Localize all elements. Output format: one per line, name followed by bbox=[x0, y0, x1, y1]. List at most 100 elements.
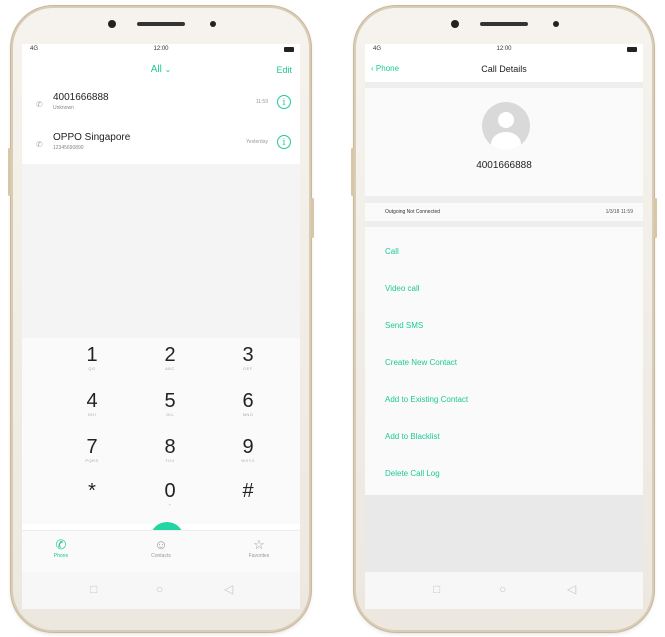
phone-icon: ✆ bbox=[36, 140, 43, 149]
chevron-down-icon: ⌄ bbox=[164, 65, 172, 74]
key-0[interactable]: 0 + bbox=[140, 480, 200, 507]
status-bar: 4G 12:00 bbox=[365, 44, 643, 56]
status-bar: 4G 12:00 bbox=[22, 44, 300, 56]
call-log-entry: Outgoing Not Connected 1/3/18 11:59 bbox=[365, 202, 643, 221]
sensor-icon bbox=[553, 21, 559, 27]
key-3[interactable]: 3 DEF bbox=[218, 344, 278, 371]
key-letters bbox=[62, 502, 122, 507]
tab-phone[interactable]: ✆ Phone bbox=[36, 537, 86, 559]
page-title: Call Details bbox=[481, 64, 527, 74]
call-log-row[interactable]: ✆ OPPO Singapore 12345690890 Yesterday i bbox=[22, 124, 300, 164]
top-bezel bbox=[13, 8, 309, 44]
key-digit: * bbox=[88, 480, 96, 502]
key-7[interactable]: 7 PQRS bbox=[62, 436, 122, 463]
key-2[interactable]: 2 ABC bbox=[140, 344, 200, 371]
recents-icon[interactable]: □ bbox=[90, 582, 97, 596]
star-icon: ☆ bbox=[253, 537, 265, 552]
key-letters: DEF bbox=[243, 366, 253, 371]
avatar-icon bbox=[482, 102, 530, 150]
call-log-row[interactable]: ✆ 4001666888 Unknown 11:59 i bbox=[22, 84, 300, 124]
key-digit: 8 bbox=[164, 436, 176, 458]
key-letters: WXYZ bbox=[241, 458, 255, 463]
status-time: 12:00 bbox=[496, 46, 512, 52]
call-filter-label: All bbox=[150, 64, 162, 75]
recents-icon[interactable]: □ bbox=[433, 582, 440, 596]
key-hash[interactable]: # bbox=[218, 480, 278, 507]
contact-number: 4001666888 bbox=[476, 160, 532, 171]
call-type: Outgoing Not Connected bbox=[385, 209, 441, 215]
earpiece-speaker bbox=[480, 22, 528, 26]
tab-label: Phone bbox=[53, 553, 69, 559]
front-camera-icon bbox=[108, 20, 116, 28]
action-delete-call-log[interactable]: Delete Call Log bbox=[365, 455, 643, 492]
key-letters bbox=[218, 502, 278, 507]
key-digit: 7 bbox=[86, 436, 98, 458]
dialer-screen: 4G 12:00 All ⌄ Edit ✆ 4001666888 Unknown… bbox=[22, 44, 300, 609]
battery-icon bbox=[627, 47, 637, 52]
call-timestamp: 1/3/18 11:59 bbox=[605, 209, 633, 215]
key-6[interactable]: 6 MNO bbox=[218, 390, 278, 417]
action-add-existing-contact[interactable]: Add to Existing Contact bbox=[365, 381, 643, 418]
action-add-blacklist[interactable]: Add to Blacklist bbox=[365, 418, 643, 455]
back-icon[interactable]: ◁ bbox=[567, 582, 576, 596]
key-letters: ABC bbox=[165, 366, 175, 371]
call-log-empty-area bbox=[22, 164, 300, 338]
call-log-name: OPPO Singapore bbox=[53, 132, 131, 143]
key-letters: QO bbox=[88, 366, 96, 371]
top-bezel bbox=[356, 8, 652, 44]
details-header: ‹ Phone Call Details bbox=[365, 56, 643, 82]
tab-contacts[interactable]: ☺ Contacts bbox=[136, 537, 186, 559]
key-digit: 6 bbox=[242, 390, 254, 412]
key-digit: 3 bbox=[242, 344, 254, 366]
key-1[interactable]: 1 QO bbox=[62, 344, 122, 371]
call-log-name: 4001666888 bbox=[53, 92, 109, 103]
power-button bbox=[311, 198, 314, 238]
call-log-time: 11:59 bbox=[255, 99, 268, 105]
info-icon[interactable]: i bbox=[277, 95, 291, 109]
info-icon[interactable]: i bbox=[277, 135, 291, 149]
key-letters: PQRS bbox=[85, 458, 99, 463]
action-create-contact[interactable]: Create New Contact bbox=[365, 344, 643, 381]
home-icon[interactable]: ○ bbox=[156, 582, 163, 596]
key-8[interactable]: 8 TUV bbox=[140, 436, 200, 463]
phone-frame-dialer: 4G 12:00 All ⌄ Edit ✆ 4001666888 Unknown… bbox=[8, 8, 314, 630]
action-call[interactable]: Call bbox=[365, 233, 643, 270]
call-details-screen: 4G 12:00 ‹ Phone Call Details 4001666888… bbox=[365, 44, 643, 609]
front-camera-icon bbox=[451, 20, 459, 28]
phone-frame-details: 4G 12:00 ‹ Phone Call Details 4001666888… bbox=[351, 8, 657, 630]
action-video-call[interactable]: Video call bbox=[365, 270, 643, 307]
key-4[interactable]: 4 GHI bbox=[62, 390, 122, 417]
key-digit: # bbox=[242, 480, 254, 502]
tab-favorites[interactable]: ☆ Favorites bbox=[234, 537, 284, 559]
key-9[interactable]: 9 WXYZ bbox=[218, 436, 278, 463]
battery-icon bbox=[284, 47, 294, 52]
volume-button bbox=[351, 148, 354, 196]
call-log-sub: Unknown bbox=[53, 105, 74, 111]
contact-summary: 4001666888 bbox=[365, 88, 643, 196]
back-icon[interactable]: ◁ bbox=[224, 582, 233, 596]
call-log-time: Yesterday bbox=[245, 139, 268, 145]
key-star[interactable]: * bbox=[62, 480, 122, 507]
status-time: 12:00 bbox=[153, 46, 169, 52]
key-5[interactable]: 5 JKL bbox=[140, 390, 200, 417]
edit-button[interactable]: Edit bbox=[276, 65, 292, 75]
key-digit: 4 bbox=[86, 390, 98, 412]
system-nav-bar: □ ○ ◁ bbox=[22, 572, 300, 609]
action-list: Call Video call Send SMS Create New Cont… bbox=[365, 227, 643, 495]
call-log-sub: 12345690890 bbox=[53, 145, 84, 151]
bottom-tab-bar: ✆ Phone ☺ Contacts ☆ Favorites bbox=[22, 530, 300, 573]
home-icon[interactable]: ○ bbox=[499, 582, 506, 596]
key-letters: GHI bbox=[87, 412, 97, 417]
key-letters: TUV bbox=[165, 458, 175, 463]
volume-button bbox=[8, 148, 11, 196]
key-letters: MNO bbox=[242, 412, 254, 417]
action-send-sms[interactable]: Send SMS bbox=[365, 307, 643, 344]
power-button bbox=[654, 198, 657, 238]
dialer-header: All ⌄ Edit bbox=[22, 56, 300, 84]
tab-label: Favorites bbox=[248, 553, 270, 559]
phone-icon: ✆ bbox=[55, 537, 67, 552]
system-nav-bar: □ ○ ◁ bbox=[365, 572, 643, 609]
sensor-icon bbox=[210, 21, 216, 27]
contacts-icon: ☺ bbox=[154, 537, 168, 552]
call-filter-dropdown[interactable]: All ⌄ bbox=[22, 64, 300, 75]
